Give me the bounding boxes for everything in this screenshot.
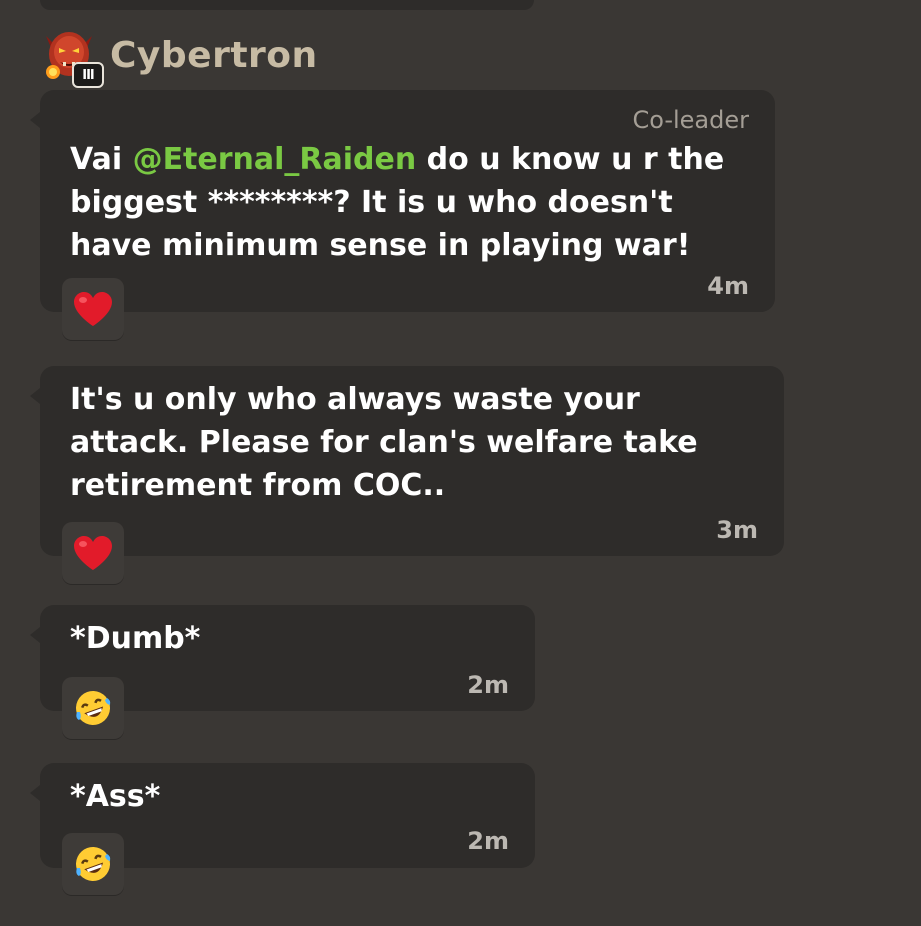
message-time: 2m <box>467 827 509 855</box>
previous-message-bubble <box>40 0 534 10</box>
message-time: 2m <box>467 671 509 699</box>
reaction-button[interactable] <box>62 278 124 340</box>
avatar[interactable]: III <box>36 22 104 88</box>
message-bubble[interactable]: *Ass* 2m <box>30 763 535 895</box>
message-time: 3m <box>716 516 758 544</box>
reaction-button[interactable] <box>62 522 124 584</box>
message-time: 4m <box>707 272 749 300</box>
message-bubble[interactable]: It's u only who always waste your attack… <box>30 366 784 584</box>
author-name[interactable]: Cybertron <box>110 35 318 76</box>
heart-icon <box>74 292 112 326</box>
author-header: III Cybertron <box>36 22 318 88</box>
message-bubble[interactable]: Co-leader Vai @Eternal_Raiden do u know … <box>30 90 775 340</box>
reaction-button[interactable] <box>62 677 124 739</box>
message-text: *Ass* <box>70 779 161 814</box>
message-text: *Dumb* <box>70 621 201 656</box>
message-text: Vai @Eternal_Raiden do u know u r the bi… <box>70 138 724 267</box>
mention-link[interactable]: @Eternal_Raiden <box>133 142 417 177</box>
message-bubble[interactable]: *Dumb* 2m <box>30 605 535 739</box>
league-badge-text: III <box>82 67 94 83</box>
reaction-button[interactable] <box>62 833 124 895</box>
laughing-emoji-icon <box>76 691 111 725</box>
heart-icon <box>74 536 112 570</box>
author-role: Co-leader <box>632 106 749 134</box>
message-text: It's u only who always waste your attack… <box>70 382 698 503</box>
league-badge: III <box>72 62 104 88</box>
message-text-prefix: Vai <box>70 142 133 177</box>
laughing-emoji-icon <box>76 847 111 881</box>
